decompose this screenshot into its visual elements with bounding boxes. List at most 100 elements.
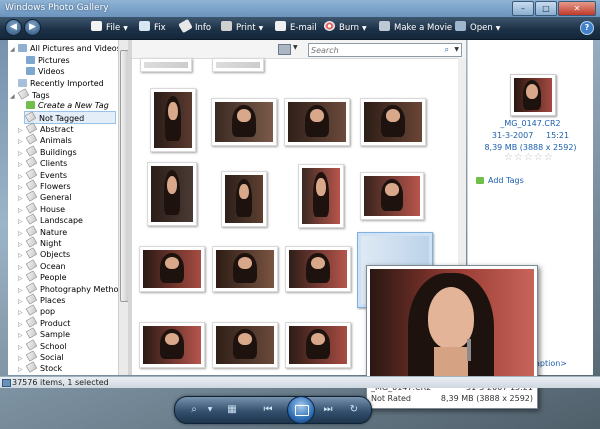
- tree-item-tag[interactable]: ▷ Ocean: [18, 259, 66, 271]
- thumbnail-photo: [216, 62, 260, 68]
- tree-item-tag[interactable]: ▷ Stock: [18, 361, 62, 375]
- chevron-down-icon[interactable]: ▼: [454, 46, 459, 53]
- tree-item-tag[interactable]: ▷ People: [18, 270, 67, 282]
- portrait-face: [238, 332, 252, 345]
- close-button[interactable]: ✕: [558, 1, 596, 16]
- photo-thumbnail[interactable]: [150, 88, 196, 152]
- tree-item-tag[interactable]: ▷ Product: [18, 316, 70, 328]
- tree-item-tag[interactable]: ▷ Abstract: [18, 122, 74, 134]
- tree-item-tag[interactable]: ▷ School: [18, 338, 67, 351]
- tree-item-label: Ocean: [40, 261, 66, 271]
- portrait-face: [311, 256, 325, 269]
- tag-icon: [25, 247, 38, 260]
- tree-item-tag[interactable]: ▷ Events: [18, 167, 68, 180]
- photo-thumbnail[interactable]: [140, 58, 192, 72]
- tree-item-tags[interactable]: ◢ Tags: [10, 88, 50, 100]
- search-input[interactable]: [311, 44, 433, 56]
- tree-item-create-tag[interactable]: Create a New Tag: [26, 100, 109, 111]
- add-caption-link[interactable]: aption>: [535, 359, 567, 368]
- forward-button[interactable]: ▶: [24, 19, 41, 36]
- photo-thumbnail[interactable]: [147, 162, 197, 226]
- tree-item-label: Clients: [40, 159, 68, 169]
- photo-thumbnail[interactable]: [284, 98, 350, 146]
- tag-icon: [25, 316, 38, 328]
- tree-item-label: pop: [40, 307, 56, 317]
- photo-thumbnail[interactable]: [212, 246, 278, 292]
- expand-icon[interactable]: ▷: [18, 364, 26, 375]
- photo-thumbnail[interactable]: [298, 164, 344, 228]
- help-button[interactable]: ?: [580, 21, 594, 35]
- photo-thumbnail[interactable]: [285, 322, 351, 368]
- tree-item-label: Places: [40, 296, 66, 305]
- file-icon: [91, 21, 102, 31]
- previous-icon[interactable]: ⏮: [261, 403, 275, 417]
- print-menu-button[interactable]: Print ▼: [221, 21, 263, 35]
- search-icon[interactable]: ⌕: [445, 45, 449, 55]
- tag-icon: [25, 224, 38, 237]
- tree-item-tag[interactable]: ▷ Sample: [18, 327, 70, 339]
- tree-item-tag[interactable]: ▷ Objects: [18, 247, 70, 260]
- tree-item-recently-imported[interactable]: Recently Imported: [18, 78, 104, 89]
- photo-thumbnail[interactable]: [211, 98, 277, 146]
- tree-item-tag[interactable]: ▷ Flowers: [18, 179, 71, 191]
- photo-thumbnail[interactable]: [212, 58, 264, 72]
- tree-item-tag[interactable]: ▷ Landscape: [18, 213, 83, 226]
- search-box[interactable]: ⌕ ▼: [308, 43, 462, 57]
- tree-item-tag[interactable]: ▷ Night: [18, 236, 62, 248]
- tree-item-label: Events: [40, 170, 68, 180]
- next-icon[interactable]: ⏭: [321, 403, 335, 417]
- portrait-face: [311, 332, 325, 345]
- back-button[interactable]: ◀: [5, 19, 22, 36]
- thumbnail-view-icon[interactable]: [278, 44, 291, 55]
- tree-item-tag[interactable]: ▷ Clients: [18, 156, 68, 169]
- tree-item-tag[interactable]: ▷ House: [18, 202, 65, 214]
- slideshow-button[interactable]: [287, 396, 315, 424]
- tree-item-tag[interactable]: ▷ Animals: [18, 133, 72, 145]
- fix-button[interactable]: Fix: [139, 21, 166, 35]
- photo-thumbnail[interactable]: [212, 322, 278, 368]
- add-tags-link[interactable]: Add Tags: [476, 176, 524, 185]
- tree-item-tag[interactable]: ▷Photography Methods: [18, 281, 118, 294]
- info-thumbnail: [510, 74, 556, 116]
- rotate-icon[interactable]: ↻: [347, 403, 361, 417]
- tree-item-tag[interactable]: ▷ General: [18, 190, 72, 202]
- photo-thumbnail[interactable]: [139, 322, 205, 368]
- photo-thumbnail[interactable]: [221, 171, 267, 227]
- tree-item-tag[interactable]: ▷ Buildings: [18, 145, 77, 157]
- printer-icon: [221, 21, 232, 31]
- tree-item-label: Photography Methods: [40, 284, 118, 294]
- tree-item-all-pictures[interactable]: ◢ All Pictures and Videos: [10, 43, 118, 54]
- tag-icon: [25, 167, 38, 180]
- playback-control-panel: ⌕ ▼ ▦ ⏮ ⏭ ↻: [174, 396, 372, 424]
- tree-item-tag[interactable]: ▷ pop: [18, 304, 56, 317]
- thumbnail-photo: [151, 166, 193, 222]
- photo-thumbnail[interactable]: [139, 246, 205, 292]
- tree-item-tag[interactable]: ▷ Social: [18, 350, 64, 362]
- tree-item-videos[interactable]: Videos: [26, 66, 65, 77]
- email-button[interactable]: E-mail: [275, 21, 317, 35]
- tree-item-tag[interactable]: ▷ Places: [18, 293, 66, 305]
- rating-stars[interactable]: ☆☆☆☆☆: [504, 152, 554, 163]
- burn-menu-button[interactable]: Burn ▼: [324, 21, 367, 35]
- tag-icon: [25, 122, 38, 134]
- photo-thumbnail[interactable]: [360, 172, 424, 220]
- minimize-button[interactable]: –: [512, 1, 534, 16]
- photo-thumbnail[interactable]: [285, 246, 351, 292]
- tree-item-label: Nature: [40, 227, 68, 237]
- actual-size-icon[interactable]: ▦: [225, 403, 239, 417]
- zoom-icon[interactable]: ⌕: [187, 403, 201, 417]
- tree-item-tag[interactable]: ▷ Nature: [18, 224, 68, 237]
- open-menu-button[interactable]: Open ▼: [455, 21, 500, 35]
- tree-item-pictures[interactable]: Pictures: [26, 55, 70, 66]
- photo-thumbnail[interactable]: [360, 98, 426, 146]
- thumbnail-photo: [225, 175, 263, 223]
- portrait-face: [385, 183, 399, 196]
- info-filename: _MG_0147.CR2: [500, 119, 561, 128]
- chevron-down-icon[interactable]: ▼: [203, 403, 217, 417]
- maximize-button[interactable]: □: [535, 1, 557, 16]
- make-a-movie-button[interactable]: Make a Movie: [379, 21, 452, 35]
- info-button[interactable]: Info: [178, 18, 211, 35]
- tree-item-label: Landscape: [40, 216, 83, 226]
- file-menu-button[interactable]: File ▼: [91, 21, 128, 35]
- chevron-down-icon[interactable]: ▼: [293, 44, 298, 51]
